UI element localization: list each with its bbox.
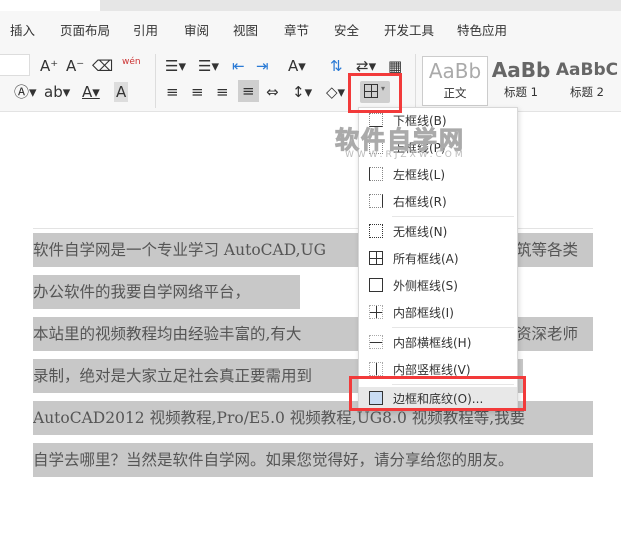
highlight-box-borders-shading <box>349 376 526 411</box>
doc-line[interactable]: 办公软件的我要自学网络平台， <box>33 275 300 309</box>
tab-review[interactable]: 审阅 <box>184 20 209 39</box>
align-left-icon[interactable]: ≡ <box>166 82 179 102</box>
divider <box>415 54 416 108</box>
bullets-icon[interactable]: ☰▾ <box>165 56 186 76</box>
divider <box>155 54 156 108</box>
tab-special[interactable]: 特色应用 <box>457 20 507 39</box>
align-right-icon[interactable]: ≡ <box>216 82 229 102</box>
title-strip <box>0 0 621 11</box>
text-direction-icon[interactable]: A▾ <box>288 56 306 76</box>
left-border-icon <box>369 167 383 181</box>
increase-indent-icon[interactable]: ⇥ <box>256 56 269 76</box>
menu-left-border[interactable]: 左框线(L) <box>359 162 517 187</box>
menu-right-border[interactable]: 右框线(R) <box>359 189 517 214</box>
all-borders-icon <box>369 251 383 265</box>
tab-security[interactable]: 安全 <box>334 20 359 39</box>
char-shading-icon[interactable]: A <box>114 82 129 102</box>
text-effect-icon[interactable]: Ⓐ▾ <box>14 82 37 102</box>
menu-divider <box>392 327 514 328</box>
shading-icon[interactable]: ◇▾ <box>326 82 345 102</box>
decrease-indent-icon[interactable]: ⇤ <box>232 56 245 76</box>
tab-chapter[interactable]: 章节 <box>284 20 309 39</box>
tab-developer[interactable]: 开发工具 <box>384 20 434 39</box>
ribbon-menubar: 插入 页面布局 引用 审阅 视图 章节 安全 开发工具 特色应用 <box>0 11 621 46</box>
style-normal[interactable]: AaBb 正文 <box>422 56 488 106</box>
eraser-icon[interactable]: ⌫ <box>92 56 113 76</box>
distribute-icon[interactable]: ⇔ <box>266 82 279 102</box>
menu-inside-borders[interactable]: 内部框线(I) <box>359 300 517 325</box>
paragraph-spacing-icon[interactable]: ↕▾ <box>292 82 312 102</box>
outside-borders-icon <box>369 278 383 292</box>
watermark-url: WWW.RJZXW.COM <box>345 150 466 160</box>
right-border-icon <box>369 194 383 208</box>
highlight-icon[interactable]: ab▾ <box>44 82 70 102</box>
numbering-icon[interactable]: ☰▾ <box>198 56 219 76</box>
highlight-box-border-button <box>348 73 402 113</box>
menu-no-border[interactable]: 无框线(N) <box>359 219 517 244</box>
tab-insert[interactable]: 插入 <box>10 20 35 39</box>
align-center-icon[interactable]: ≡ <box>191 82 204 102</box>
menu-outside-borders[interactable]: 外侧框线(S) <box>359 273 517 298</box>
grow-font-icon[interactable]: A⁺ <box>40 56 58 76</box>
ribbon-toolbar: A⁺ A⁻ ⌫ wén Ⓐ▾ ab▾ A▾ A ☰▾ ☰▾ ⇤ ⇥ A▾ ⇅ ⇄… <box>0 46 621 112</box>
menu-inside-horizontal[interactable]: 内部横框线(H) <box>359 330 517 355</box>
shrink-font-icon[interactable]: A⁻ <box>66 56 84 76</box>
style-heading2[interactable]: AaBbC 标题 2 <box>553 56 621 106</box>
tab-references[interactable]: 引用 <box>133 20 158 39</box>
tab-page-layout[interactable]: 页面布局 <box>60 20 110 39</box>
inside-horizontal-icon <box>369 335 383 349</box>
tab-view[interactable]: 视图 <box>233 20 258 39</box>
no-border-icon <box>369 224 383 238</box>
inside-borders-icon <box>369 305 383 319</box>
menu-divider <box>392 216 514 217</box>
phonetic-icon[interactable]: wén <box>122 52 141 72</box>
font-size-select[interactable] <box>0 54 30 76</box>
font-color-icon[interactable]: A▾ <box>82 82 100 102</box>
document-tab[interactable] <box>0 0 100 11</box>
justify-icon[interactable]: ≡ <box>238 80 259 102</box>
sort-icon[interactable]: ⇅ <box>330 56 343 76</box>
menu-all-borders[interactable]: 所有框线(A) <box>359 246 517 271</box>
doc-line[interactable]: 自学去哪里？当然是软件自学网。如果您觉得好，请分享给您的朋友。 <box>33 443 593 477</box>
inside-vertical-icon <box>369 362 383 376</box>
style-heading1[interactable]: AaBb 标题 1 <box>490 56 552 106</box>
